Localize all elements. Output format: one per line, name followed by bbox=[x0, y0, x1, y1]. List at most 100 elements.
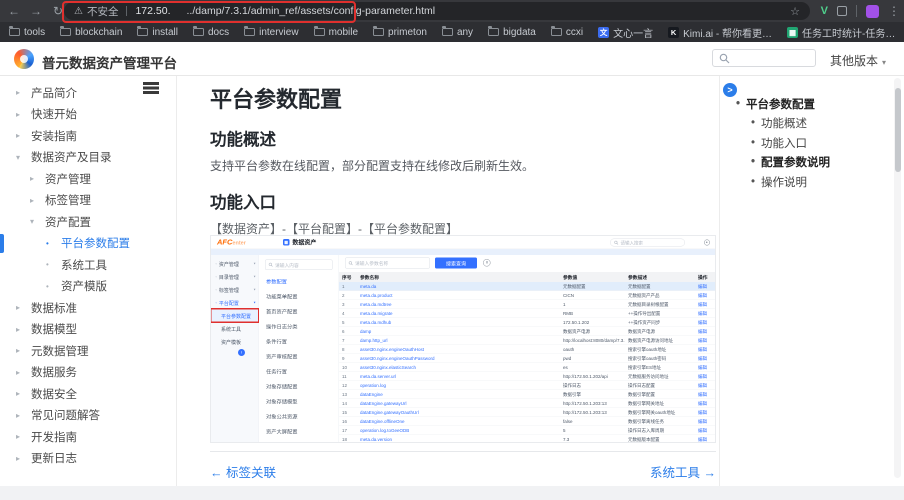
bookmark-site[interactable]: 文文心一言 bbox=[598, 25, 653, 40]
chevron-down-icon: ▾ bbox=[253, 288, 256, 292]
toc-item-label: 操作说明 bbox=[761, 176, 808, 189]
side-panel-icon[interactable] bbox=[837, 6, 847, 16]
favicon: ▦ bbox=[787, 26, 799, 38]
sidebar-item[interactable]: ▸ 更新日志 bbox=[0, 448, 176, 470]
bookmark-folder[interactable]: ccxi bbox=[550, 26, 583, 38]
toc-item[interactable]: • 功能入口 bbox=[720, 133, 887, 153]
profile-avatar[interactable] bbox=[866, 4, 879, 18]
page-bottom-strip bbox=[0, 486, 904, 500]
sidebar-item[interactable]: ▸ 快速开始 bbox=[0, 104, 176, 126]
toc-item[interactable]: • 平台参数配置 bbox=[720, 94, 887, 114]
bookmark-folder[interactable]: mobile bbox=[313, 26, 358, 38]
bookmark-folder[interactable]: interview bbox=[244, 26, 299, 38]
search-input[interactable] bbox=[712, 49, 816, 67]
param-name: dataEngine.gatewayOauthUrl bbox=[360, 409, 419, 415]
bookmark-folder[interactable]: docs bbox=[192, 26, 230, 38]
sidebar-item[interactable]: ▸ 数据标准 bbox=[0, 297, 176, 319]
url-host: 172.50. bbox=[135, 5, 171, 17]
app-nav-item: 平台参数配置 bbox=[211, 308, 260, 323]
versions-dropdown[interactable]: 其他版本 ▾ bbox=[830, 52, 886, 69]
param-desc: ++操作导出配置 bbox=[628, 311, 661, 316]
row-index: 12 bbox=[342, 382, 348, 388]
edit-link: 编辑 bbox=[698, 338, 708, 343]
sidebar-item[interactable]: ▸ 数据安全 bbox=[0, 383, 176, 405]
param-name: meta.da.mdtree bbox=[360, 301, 392, 307]
bookmark-folder[interactable]: bigdata bbox=[488, 26, 536, 38]
folder-icon bbox=[373, 26, 385, 36]
extension-v-icon[interactable]: V bbox=[821, 5, 828, 17]
sidebar-item-label: 系统工具 bbox=[61, 259, 107, 272]
page-scrollbar-thumb[interactable] bbox=[894, 88, 901, 172]
table-row: 3 meta.da.mdtree 1 元数据目录树根配置 编辑 bbox=[339, 300, 715, 309]
sidebar-item[interactable]: • 系统工具 bbox=[0, 254, 176, 276]
edit-link: 编辑 bbox=[698, 383, 708, 388]
address-bar[interactable]: ⚠ 不安全 172.50. ../damp/7.3.1/admin_ref/as… bbox=[64, 2, 810, 20]
sidebar-item[interactable]: ▾ 资产配置 bbox=[0, 211, 176, 233]
table-row: 17 operation.log.toGeeODB 5 操作日志入库周期 编辑 bbox=[339, 426, 715, 435]
edit-link: 编辑 bbox=[698, 392, 708, 397]
security-badge[interactable]: ⚠ 不安全 bbox=[74, 4, 118, 19]
row-index: 3 bbox=[342, 301, 345, 307]
folder-icon bbox=[550, 26, 562, 36]
menu-dots-icon[interactable]: ⋮ bbox=[888, 4, 900, 18]
toc-item[interactable]: • 配置参数说明 bbox=[720, 153, 887, 173]
edit-link: 编辑 bbox=[698, 437, 708, 442]
bookmark-folder[interactable]: install bbox=[137, 26, 178, 38]
pager-divider bbox=[210, 451, 716, 452]
browser-actions: V ⋮ bbox=[821, 0, 900, 22]
param-desc: 数据引擎配置 bbox=[628, 392, 656, 397]
omnibox-divider bbox=[126, 6, 128, 16]
row-index: 7 bbox=[342, 337, 345, 343]
sidebar-item[interactable]: ▸ 常见问题解答 bbox=[0, 405, 176, 427]
folder-icon bbox=[441, 26, 453, 36]
app-table-body: 1 meta.da 元数据配置 元数据配置 编辑 2 meta.da.product CICN… bbox=[339, 282, 715, 442]
app-nav-item-label: 资产模板 bbox=[221, 339, 241, 346]
edit-link: 编辑 bbox=[698, 365, 708, 370]
sidebar-item[interactable]: • 资产模版 bbox=[0, 276, 176, 298]
sidebar-item[interactable]: ▸ 元数据管理 bbox=[0, 340, 176, 362]
sidebar-item[interactable]: ▸ 开发指南 bbox=[0, 426, 176, 448]
hamburger-menu-icon[interactable] bbox=[143, 82, 159, 85]
back-icon[interactable]: ← bbox=[6, 3, 22, 19]
toc-item[interactable]: • 功能概述 bbox=[720, 114, 887, 134]
chevron-right-icon: ▸ bbox=[16, 346, 21, 356]
table-row: 14 dataEngine.gatewayUrl http://172.50.1.2… bbox=[339, 399, 715, 408]
app-list-item: 对象存储模型 bbox=[266, 398, 298, 405]
chevron-right-icon: ▸ bbox=[16, 453, 21, 463]
bookmark-folder[interactable]: blockchain bbox=[60, 26, 122, 38]
bookmark-star-icon[interactable]: ☆ bbox=[790, 5, 800, 18]
toc-item[interactable]: • 操作说明 bbox=[720, 172, 887, 192]
sidebar-item[interactable]: ▸ 产品简介 bbox=[0, 82, 176, 104]
folder-icon bbox=[313, 26, 325, 36]
sidebar-item[interactable]: ▸ 数据服务 bbox=[0, 362, 176, 384]
sidebar-item[interactable]: ▸ 数据模型 bbox=[0, 319, 176, 341]
bookmark-folder[interactable]: tools bbox=[9, 26, 45, 38]
app-nav-item: ◦ 资产管理 ▾ bbox=[211, 257, 259, 270]
param-desc: 元数据资产产品 bbox=[628, 293, 660, 298]
forward-icon[interactable]: → bbox=[28, 3, 44, 19]
toc-item-label: 平台参数配置 bbox=[746, 98, 816, 111]
toc-expand-icon[interactable]: > bbox=[723, 83, 737, 97]
bookmark-site[interactable]: ▦ 任务工时统计-任务… bbox=[787, 25, 895, 40]
info-icon: i bbox=[238, 349, 245, 356]
bookmark-label: docs bbox=[207, 26, 230, 38]
nav-item-icon: ◦ bbox=[215, 287, 217, 292]
sidebar-item[interactable]: ▾ 数据资产及目录 bbox=[0, 147, 176, 169]
row-index: 1 bbox=[342, 283, 345, 289]
row-index: 13 bbox=[342, 391, 348, 397]
param-desc: 搜索引擎oauth地址 bbox=[628, 347, 667, 352]
sidebar-item[interactable]: ▸ 安装指南 bbox=[0, 125, 176, 147]
bookmark-site[interactable]: K Kimi.ai - 帮你看更… bbox=[668, 25, 772, 40]
sidebar-item[interactable]: ▸ 资产管理 bbox=[0, 168, 176, 190]
bookmark-folder[interactable]: any bbox=[441, 26, 473, 38]
prev-page-link[interactable]: ← 标签关联 bbox=[210, 462, 276, 481]
table-column-header: 参数值 bbox=[563, 275, 578, 281]
toc-item-label: 配置参数说明 bbox=[761, 157, 831, 170]
param-value: 数据引擎 bbox=[563, 392, 582, 397]
sidebar-item[interactable]: ▸ 标签管理 bbox=[0, 190, 176, 212]
bookmark-folder[interactable]: primeton bbox=[373, 26, 427, 38]
next-page-link[interactable]: 系统工具 → bbox=[650, 462, 716, 481]
row-index: 6 bbox=[342, 328, 345, 334]
param-name: meta.da bbox=[360, 283, 377, 289]
sidebar-item[interactable]: • 平台参数配置 bbox=[0, 233, 176, 255]
